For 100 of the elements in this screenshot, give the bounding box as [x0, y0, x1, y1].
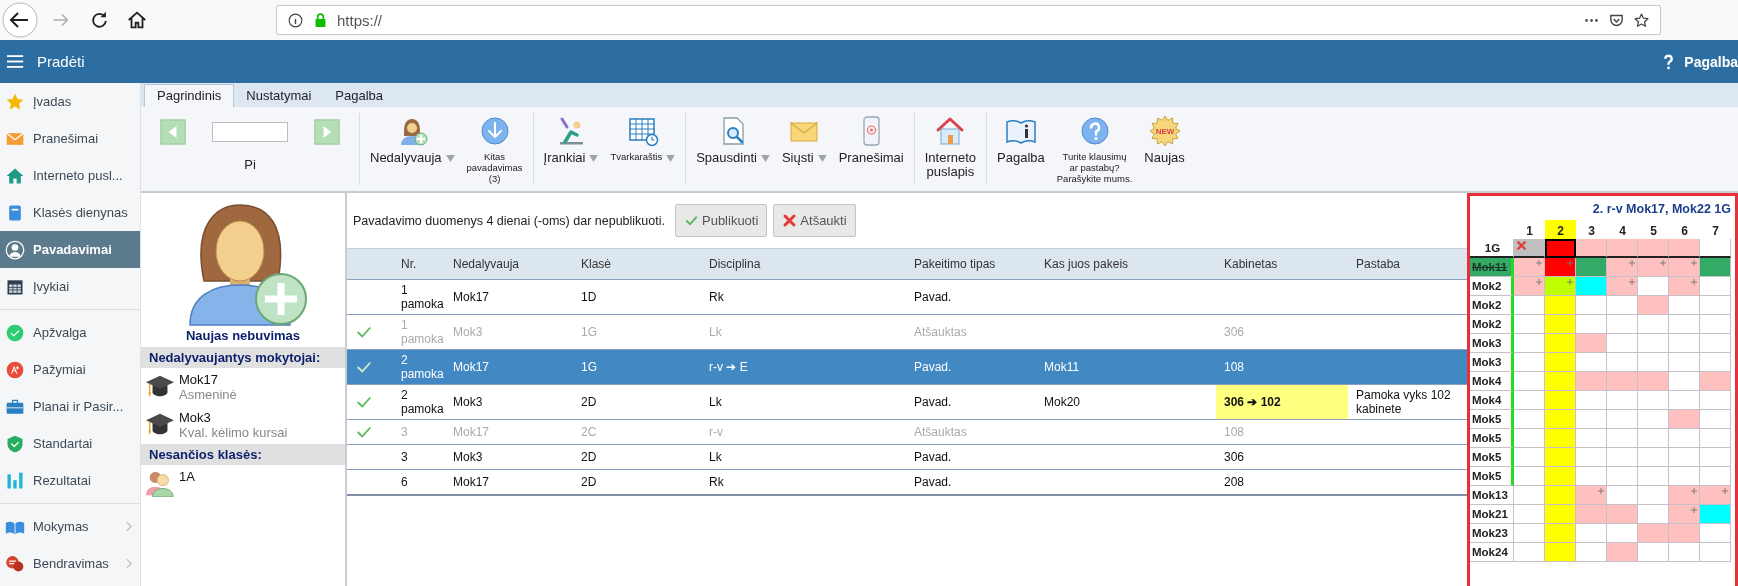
check-circle-icon — [5, 322, 25, 343]
column-header[interactable]: Nedalyvauja — [445, 248, 573, 280]
help-icon[interactable] — [1663, 53, 1675, 70]
column-header[interactable]: Kas juos pakeis — [1036, 248, 1216, 280]
sidebar-item[interactable]: Pranešimai — [0, 120, 140, 157]
table-cell: 1 pamoka — [401, 283, 444, 311]
ribbon-button[interactable]: Interneto puslapis — [920, 113, 981, 181]
cross-icon — [782, 213, 798, 228]
star-icon[interactable] — [1633, 11, 1650, 29]
column-header[interactable]: Kabinetas — [1216, 248, 1348, 280]
table-row[interactable]: 6 Mok17 2D Rk Pavad. 208 — [347, 469, 1467, 495]
table-cell: Rk — [709, 475, 724, 489]
teacher-name[interactable]: Mok17 — [179, 372, 237, 387]
teacher-name[interactable]: Mok3 — [179, 410, 288, 425]
ribbon-tab[interactable]: Pagrindinis — [144, 84, 235, 107]
sidebar-item[interactable]: Pažymiai — [0, 351, 140, 388]
action-button[interactable]: Publikuoti — [675, 204, 768, 237]
teacher-label[interactable]: Mok11 — [1470, 258, 1514, 277]
column-header[interactable]: Pastaba — [1348, 248, 1467, 280]
ribbon-tab[interactable]: Nustatymai — [234, 85, 324, 107]
period-header[interactable]: 7 — [1700, 220, 1731, 241]
period-header[interactable]: 3 — [1576, 220, 1607, 241]
plus-icon — [1567, 279, 1573, 285]
period-header[interactable]: 5 — [1638, 220, 1669, 241]
column-header[interactable]: Nr. — [393, 248, 445, 280]
table-cell: Lk — [709, 325, 722, 339]
table-cell: 2C — [581, 425, 597, 439]
address-bar[interactable]: https:// — [276, 5, 1661, 35]
section-heading: Nedalyvaujantys mokytojai: — [141, 347, 345, 368]
help-link[interactable]: Pagalba — [1684, 53, 1738, 70]
table-cell: 1G — [581, 325, 597, 339]
table-row[interactable]: 3 Mok3 2D Lk Pavad. 306 — [347, 444, 1467, 470]
ribbon-button[interactable]: Nedalyvauja — [366, 113, 459, 167]
sidebar-item[interactable]: Bendravimas — [0, 545, 140, 582]
chat-icon — [5, 553, 25, 574]
table-cell: 6 — [401, 475, 408, 489]
shield-icon — [5, 433, 25, 454]
period-header[interactable]: 6 — [1669, 220, 1700, 241]
sidebar-item[interactable]: Įvadas — [0, 83, 140, 120]
table-cell: Pavad. — [914, 395, 952, 409]
column-header[interactable]: Pakeitimo tipas — [906, 248, 1036, 280]
new-absence-label[interactable]: Naujas nebuvimas — [141, 328, 345, 343]
caret-icon — [445, 155, 455, 162]
ribbon-button[interactable]: Turite klausimų ar pastabų? Parašykite mums. — [1052, 113, 1137, 186]
people-icon — [145, 469, 175, 497]
ribbon-button[interactable]: Siųsti — [777, 113, 831, 167]
table-cell: 2 pamoka — [401, 353, 444, 381]
sidebar-item[interactable]: Mokymas — [0, 508, 140, 545]
ribbon-button[interactable]: Spausdinti — [692, 113, 774, 167]
back-button[interactable] — [2, 2, 38, 38]
caret-icon — [760, 155, 770, 162]
home-button[interactable] — [126, 9, 148, 31]
table-cell: Mok3 — [453, 450, 483, 464]
plus-icon — [1629, 260, 1635, 266]
table-cell: Atšauktas — [914, 425, 967, 439]
ribbon-button[interactable]: Įrankiai — [539, 113, 603, 167]
period-header[interactable]: 2 — [1545, 220, 1576, 241]
table-cell: Pamoka vyks 102 kabinete — [1356, 388, 1451, 416]
table-cell: 306 ➔ 102 — [1224, 395, 1281, 409]
schedule-title: 2. r-v Mok17, Mok22 1G — [1591, 201, 1732, 218]
sidebar-item[interactable]: Interneto pusl... — [0, 157, 140, 194]
sidebar-item[interactable]: Rezultatai — [0, 462, 140, 499]
table-cell: Mok20 — [1044, 395, 1081, 409]
table-cell: Mok17 — [453, 360, 490, 374]
class-name[interactable]: 1A — [179, 469, 195, 484]
table-cell: Pavad. — [914, 450, 952, 464]
ribbon-button[interactable]: Pranešimai — [834, 113, 908, 167]
ribbon-button[interactable]: NEW Naujas — [1140, 113, 1189, 167]
schedule-cell[interactable] — [1545, 239, 1576, 258]
info-icon — [287, 11, 304, 29]
page-input[interactable] — [212, 122, 288, 142]
caret-icon — [589, 155, 599, 162]
table-cell: 2D — [581, 450, 597, 464]
sidebar-item[interactable]: Klasės dienynas — [0, 194, 140, 231]
next-button[interactable] — [314, 119, 340, 145]
column-header[interactable]: Klasė — [573, 248, 701, 280]
table-cell: r-v ➔ E — [709, 360, 748, 374]
sidebar-item[interactable]: Įvykiai — [0, 268, 140, 305]
sidebar-item[interactable]: Pavadavimai — [0, 231, 140, 268]
table-cell: 2 pamoka — [401, 388, 444, 416]
column-header[interactable]: Disciplina — [701, 248, 906, 280]
ribbon-button[interactable]: Kitas pavadavimas (3) — [462, 113, 527, 186]
ribbon-tab[interactable]: Pagalba — [323, 85, 396, 107]
sidebar-item[interactable]: Planai ir Pasir... — [0, 388, 140, 425]
plus-icon — [1691, 279, 1697, 285]
table-cell: Mok17 — [453, 425, 490, 439]
sidebar-item[interactable]: Apžvalga — [0, 314, 140, 351]
table-cell: Lk — [709, 395, 722, 409]
app-title[interactable]: Pradėti — [37, 53, 85, 70]
menu-icon[interactable] — [7, 54, 25, 69]
period-header[interactable]: 4 — [1607, 220, 1638, 241]
ribbon-button[interactable]: Pagalba — [993, 113, 1049, 167]
action-button[interactable]: Atšaukti — [773, 204, 856, 237]
table-cell: 1D — [581, 290, 597, 304]
absence-reason: Asmeninė — [179, 387, 237, 402]
previous-button[interactable] — [160, 119, 186, 145]
ribbon-button[interactable]: Tvarkaraštis — [606, 113, 680, 164]
table-cell: Lk — [709, 450, 722, 464]
sidebar-item[interactable]: Standartai — [0, 425, 140, 462]
period-header[interactable]: 1 — [1514, 220, 1545, 241]
